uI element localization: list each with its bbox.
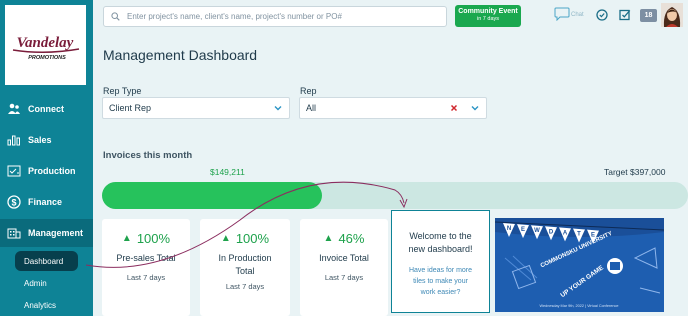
annotation-arrow [85, 181, 408, 268]
